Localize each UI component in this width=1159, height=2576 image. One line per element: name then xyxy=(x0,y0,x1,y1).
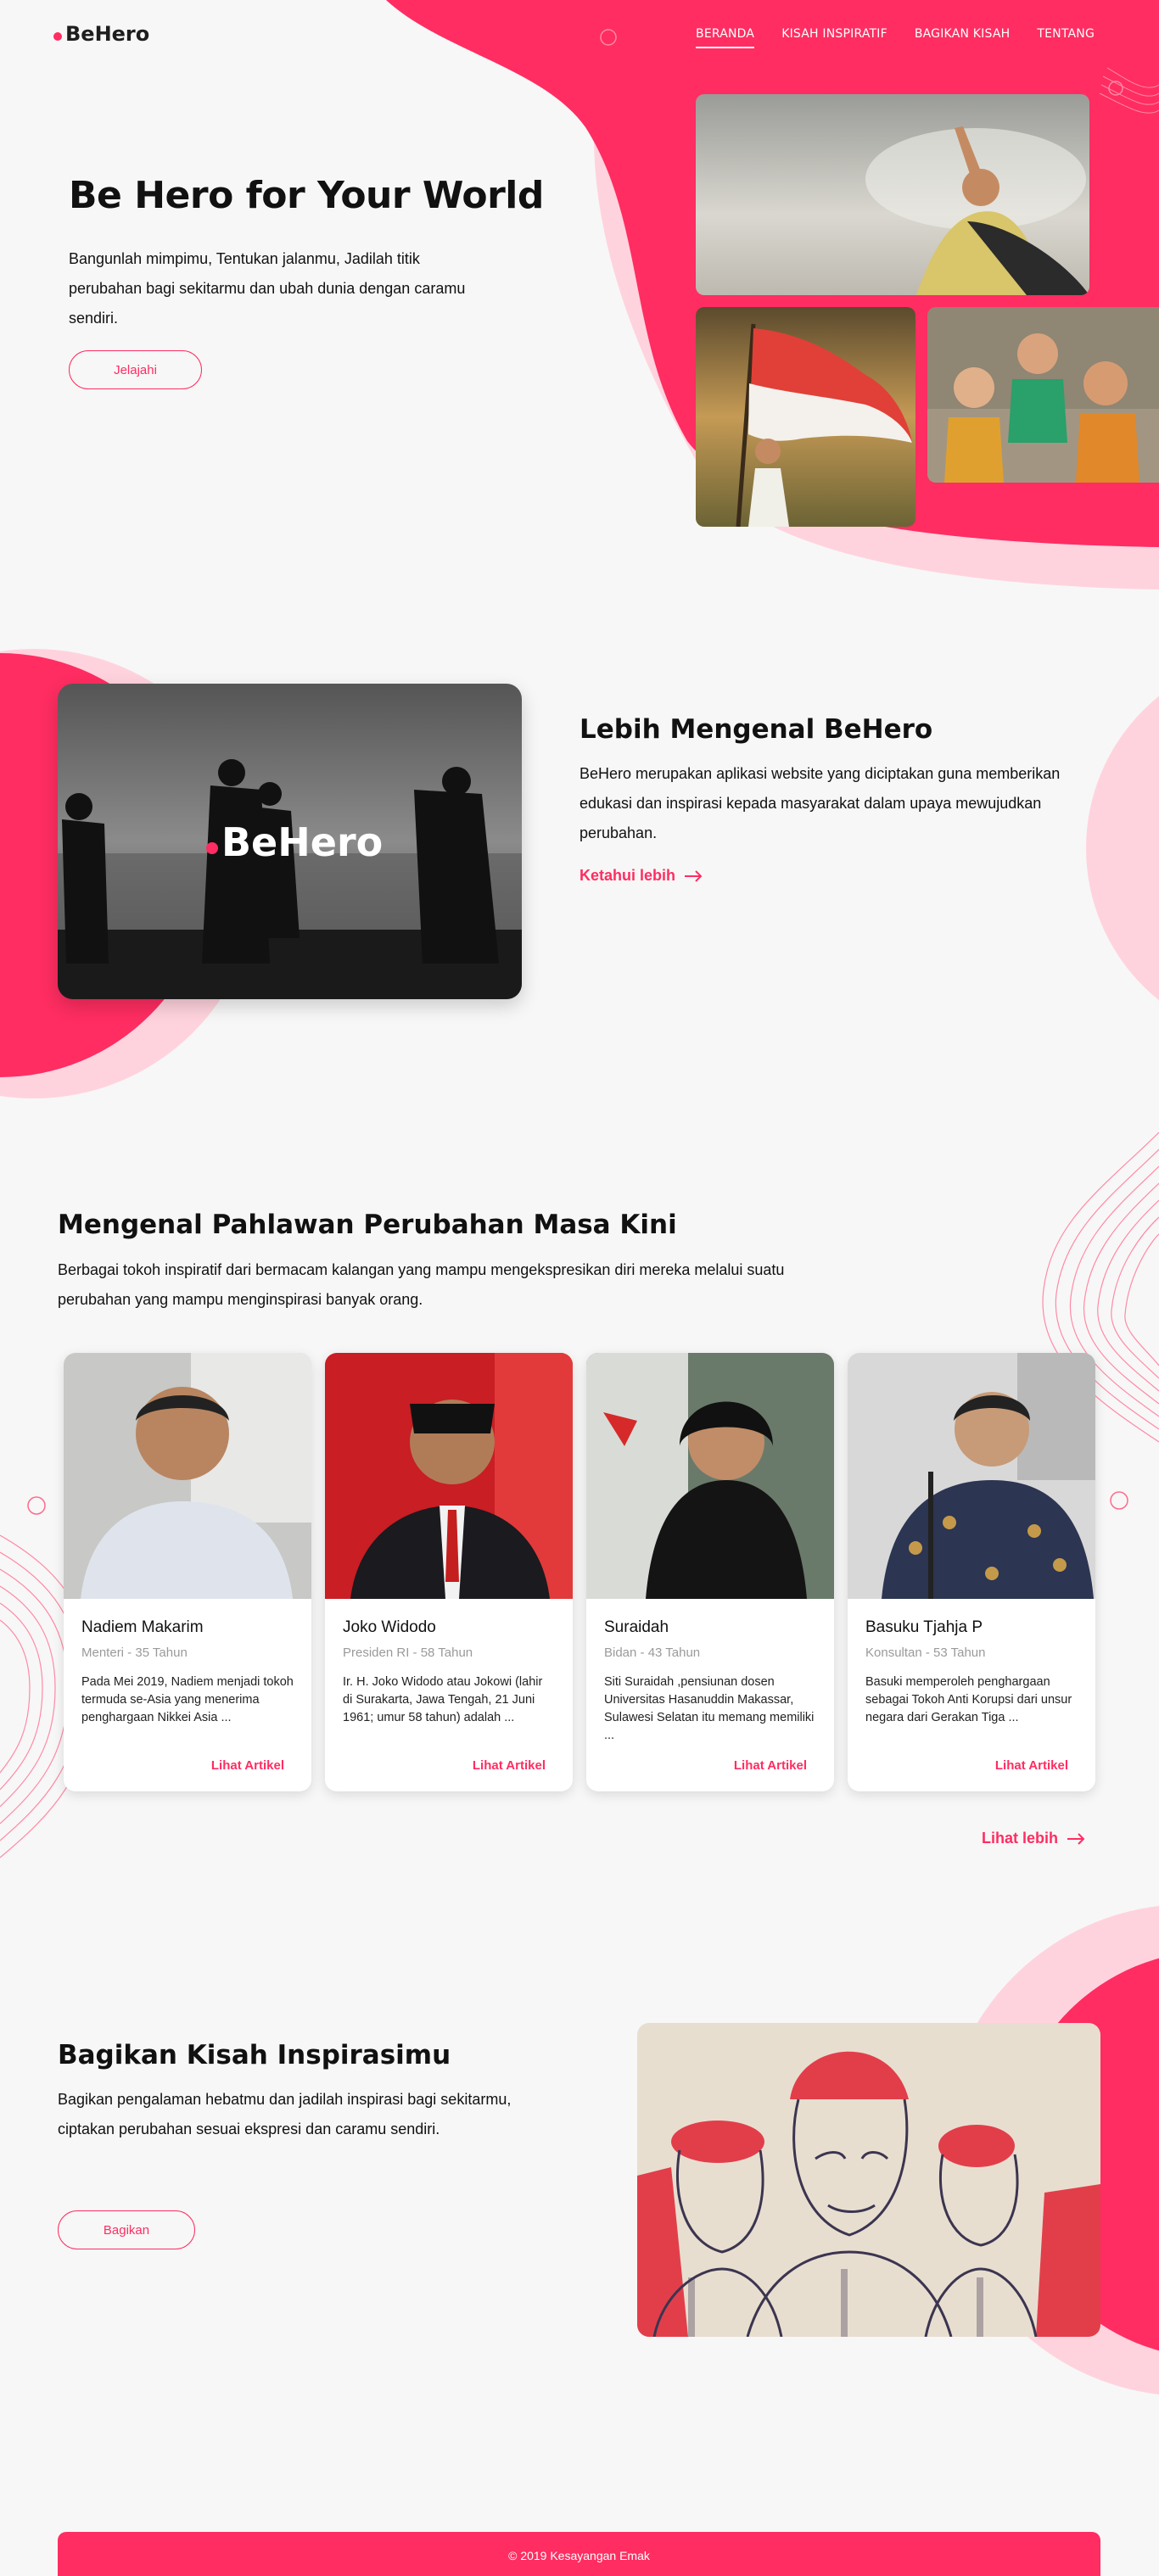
view-article-link[interactable]: Lihat Artikel xyxy=(473,1758,546,1773)
footer: © 2019 Kesayangan Emak xyxy=(58,2532,1100,2576)
hero-card-name: Joko Widodo xyxy=(343,1618,436,1636)
hero-card-desc: Pada Mei 2019, Nadiem menjadi tokoh term… xyxy=(81,1675,294,1724)
page: BeHero BERANDA KISAH INSPIRATIF BAGIKAN … xyxy=(0,0,1159,2576)
hero-card-name: Basuku Tjahja P xyxy=(865,1618,983,1636)
hero-card-photo xyxy=(848,1353,1095,1599)
hero-card-desc: Ir. H. Joko Widodo atau Jokowi (lahir di… xyxy=(343,1675,543,1724)
about-image-logo-text: BeHero xyxy=(221,819,384,865)
logo[interactable]: BeHero xyxy=(53,22,149,46)
explore-button[interactable]: Jelajahi xyxy=(69,350,202,389)
hero-text: Bangunlah mimpimu, Tentukan jalanmu, Jad… xyxy=(69,250,466,327)
see-more-label: Lihat lebih xyxy=(982,1830,1058,1847)
nav-item-bagikan-kisah[interactable]: BAGIKAN KISAH xyxy=(915,27,1011,48)
view-article-link[interactable]: Lihat Artikel xyxy=(995,1758,1068,1773)
about-image-logo: BeHero xyxy=(206,819,383,865)
hero-title: Be Hero for Your World xyxy=(69,174,544,217)
hero-photo-children xyxy=(927,307,1159,483)
hero-card-photo xyxy=(325,1353,573,1599)
nav-menu: BERANDA KISAH INSPIRATIF BAGIKAN KISAH T… xyxy=(696,27,1095,48)
hero-card[interactable]: Basuku Tjahja P Konsultan - 53 Tahun Bas… xyxy=(848,1353,1095,1791)
hero-card-name: Nadiem Makarim xyxy=(81,1618,204,1636)
view-article-link[interactable]: Lihat Artikel xyxy=(211,1758,284,1773)
view-article-link[interactable]: Lihat Artikel xyxy=(734,1758,807,1773)
heroes-text: Berbagai tokoh inspiratif dari bermacam … xyxy=(58,1261,785,1308)
logo-dot-icon xyxy=(53,32,62,41)
share-button[interactable]: Bagikan xyxy=(58,2210,195,2249)
hero-card-name: Suraidah xyxy=(604,1618,669,1636)
hero-card-role: Konsultan - 53 Tahun xyxy=(865,1646,986,1660)
nav-item-beranda[interactable]: BERANDA xyxy=(696,27,755,48)
share-illustration xyxy=(637,2023,1100,2337)
hero-card-role: Bidan - 43 Tahun xyxy=(604,1646,701,1660)
hero-card-photo xyxy=(586,1353,834,1599)
top-navbar: BeHero BERANDA KISAH INSPIRATIF BAGIKAN … xyxy=(0,0,1159,71)
hero-photo-superhero-kid xyxy=(696,94,1089,295)
hero-card[interactable]: Suraidah Bidan - 43 Tahun Siti Suraidah … xyxy=(586,1353,834,1791)
footer-copyright: © 2019 Kesayangan Emak xyxy=(508,2549,650,2562)
nav-item-tentang[interactable]: TENTANG xyxy=(1037,27,1095,48)
arrow-right-icon xyxy=(1067,1832,1085,1845)
heroes-title: Mengenal Pahlawan Perubahan Masa Kini xyxy=(58,1210,677,1240)
logo-text: BeHero xyxy=(65,22,150,46)
hero-card[interactable]: Joko Widodo Presiden RI - 58 Tahun Ir. H… xyxy=(325,1353,573,1791)
share-text: Bagikan pengalaman hebatmu dan jadilah i… xyxy=(58,2091,512,2137)
learn-more-link[interactable]: Ketahui lebih xyxy=(580,867,703,885)
see-more-link[interactable]: Lihat lebih xyxy=(982,1830,1085,1847)
about-title: Lebih Mengenal BeHero xyxy=(580,714,933,745)
learn-more-label: Ketahui lebih xyxy=(580,867,676,884)
about-text: BeHero merupakan aplikasi website yang d… xyxy=(580,765,1061,841)
hero-photo-flag-girl xyxy=(696,307,915,527)
nav-item-kisah-inspiratif[interactable]: KISAH INSPIRATIF xyxy=(781,27,887,48)
arrow-right-icon xyxy=(685,869,703,882)
logo-dot-icon xyxy=(206,842,218,854)
hero-card-desc: Basuki memperoleh penghargaan sebagai To… xyxy=(865,1675,1072,1724)
hero-card-desc: Siti Suraidah ,pensiunan dosen Universit… xyxy=(604,1675,815,1742)
hero-card-role: Presiden RI - 58 Tahun xyxy=(343,1646,473,1660)
share-title: Bagikan Kisah Inspirasimu xyxy=(58,2040,451,2070)
hero-card[interactable]: Nadiem Makarim Menteri - 35 Tahun Pada M… xyxy=(64,1353,311,1791)
hero-card-photo xyxy=(64,1353,311,1599)
hero-card-role: Menteri - 35 Tahun xyxy=(81,1646,188,1660)
